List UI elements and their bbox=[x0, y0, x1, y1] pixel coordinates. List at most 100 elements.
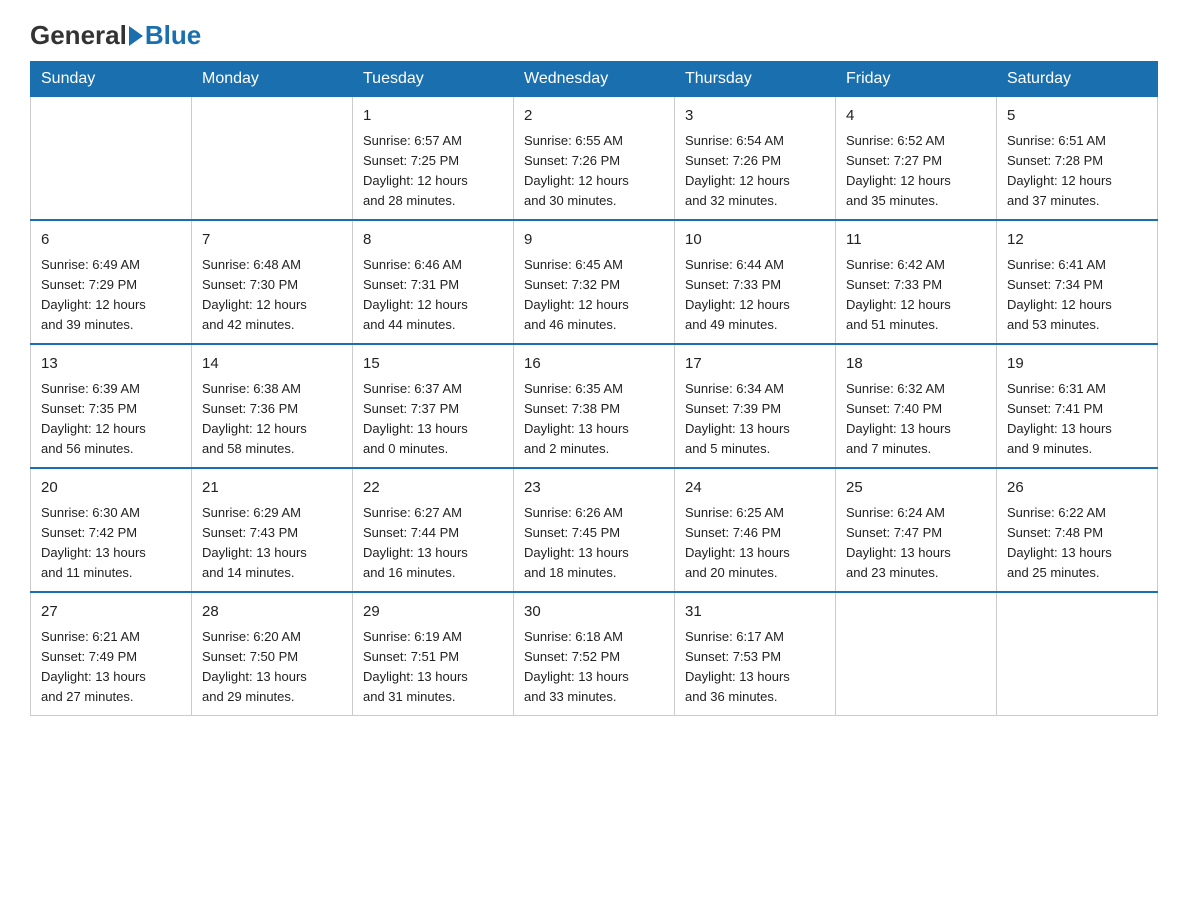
day-info: Sunrise: 6:27 AM Sunset: 7:44 PM Dayligh… bbox=[363, 503, 503, 584]
day-info: Sunrise: 6:24 AM Sunset: 7:47 PM Dayligh… bbox=[846, 503, 986, 584]
day-number: 17 bbox=[685, 353, 825, 376]
logo-blue-text: Blue bbox=[145, 20, 201, 51]
calendar-day-cell: 22Sunrise: 6:27 AM Sunset: 7:44 PM Dayli… bbox=[353, 468, 514, 592]
weekday-header-sunday: Sunday bbox=[31, 62, 192, 97]
day-number: 12 bbox=[1007, 229, 1147, 252]
day-number: 30 bbox=[524, 601, 664, 624]
calendar-day-cell: 18Sunrise: 6:32 AM Sunset: 7:40 PM Dayli… bbox=[836, 344, 997, 468]
calendar-day-cell: 10 Sunrise: 6:44 AM Sunset: 7:33 PM Dayli… bbox=[675, 220, 836, 344]
day-number: 4 bbox=[846, 105, 986, 128]
calendar-day-cell: 27 Sunrise: 6:21 AM Sunset: 7:49 PM Dayli… bbox=[31, 592, 192, 716]
day-info: Sunrise: 6:18 AM Sunset: 7:52 PM Dayligh… bbox=[524, 627, 664, 708]
day-number: 27 bbox=[41, 601, 181, 624]
day-info: Sunrise: 6:54 AM Sunset: 7:26 PM Dayligh… bbox=[685, 131, 825, 212]
day-info: Sunrise: 6:45 AM Sunset: 7:32 PM Dayligh… bbox=[524, 255, 664, 336]
day-info: Sunrise: 6:38 AM Sunset: 7:36 PM Dayligh… bbox=[202, 379, 342, 460]
calendar-day-cell bbox=[836, 592, 997, 716]
calendar-day-cell: 11 Sunrise: 6:42 AM Sunset: 7:33 PM Dayli… bbox=[836, 220, 997, 344]
day-info: Sunrise: 6:30 AM Sunset: 7:42 PM Dayligh… bbox=[41, 503, 181, 584]
calendar-week-row: 6 Sunrise: 6:49 AM Sunset: 7:29 PM Daylig… bbox=[31, 220, 1158, 344]
day-info: Sunrise: 6:21 AM Sunset: 7:49 PM Dayligh… bbox=[41, 627, 181, 708]
day-number: 2 bbox=[524, 105, 664, 128]
calendar-week-row: 20 Sunrise: 6:30 AM Sunset: 7:42 PM Dayli… bbox=[31, 468, 1158, 592]
weekday-header-tuesday: Tuesday bbox=[353, 62, 514, 97]
day-info: Sunrise: 6:55 AM Sunset: 7:26 PM Dayligh… bbox=[524, 131, 664, 212]
day-info: Sunrise: 6:49 AM Sunset: 7:29 PM Dayligh… bbox=[41, 255, 181, 336]
day-number: 7 bbox=[202, 229, 342, 252]
day-info: Sunrise: 6:51 AM Sunset: 7:28 PM Dayligh… bbox=[1007, 131, 1147, 212]
calendar-day-cell: 1 Sunrise: 6:57 AM Sunset: 7:25 PM Daylig… bbox=[353, 97, 514, 221]
calendar-day-cell: 19 Sunrise: 6:31 AM Sunset: 7:41 PM Dayli… bbox=[997, 344, 1158, 468]
day-number: 1 bbox=[363, 105, 503, 128]
calendar-day-cell: 12Sunrise: 6:41 AM Sunset: 7:34 PM Dayli… bbox=[997, 220, 1158, 344]
calendar-day-cell bbox=[192, 97, 353, 221]
day-number: 6 bbox=[41, 229, 181, 252]
day-number: 9 bbox=[524, 229, 664, 252]
day-number: 5 bbox=[1007, 105, 1147, 128]
calendar-day-cell: 17 Sunrise: 6:34 AM Sunset: 7:39 PM Dayli… bbox=[675, 344, 836, 468]
day-number: 24 bbox=[685, 477, 825, 500]
calendar-day-cell: 30 Sunrise: 6:18 AM Sunset: 7:52 PM Dayli… bbox=[514, 592, 675, 716]
calendar-day-cell: 24 Sunrise: 6:25 AM Sunset: 7:46 PM Dayli… bbox=[675, 468, 836, 592]
day-number: 13 bbox=[41, 353, 181, 376]
day-info: Sunrise: 6:26 AM Sunset: 7:45 PM Dayligh… bbox=[524, 503, 664, 584]
day-number: 11 bbox=[846, 229, 986, 252]
day-number: 31 bbox=[685, 601, 825, 624]
calendar-header-row: SundayMondayTuesdayWednesdayThursdayFrid… bbox=[31, 62, 1158, 97]
day-info: Sunrise: 6:48 AM Sunset: 7:30 PM Dayligh… bbox=[202, 255, 342, 336]
day-number: 23 bbox=[524, 477, 664, 500]
calendar-day-cell: 13Sunrise: 6:39 AM Sunset: 7:35 PM Dayli… bbox=[31, 344, 192, 468]
calendar-week-row: 13Sunrise: 6:39 AM Sunset: 7:35 PM Dayli… bbox=[31, 344, 1158, 468]
calendar-week-row: 1 Sunrise: 6:57 AM Sunset: 7:25 PM Daylig… bbox=[31, 97, 1158, 221]
calendar-week-row: 27 Sunrise: 6:21 AM Sunset: 7:49 PM Dayli… bbox=[31, 592, 1158, 716]
calendar-day-cell: 21 Sunrise: 6:29 AM Sunset: 7:43 PM Dayli… bbox=[192, 468, 353, 592]
calendar-day-cell: 2 Sunrise: 6:55 AM Sunset: 7:26 PM Daylig… bbox=[514, 97, 675, 221]
day-info: Sunrise: 6:46 AM Sunset: 7:31 PM Dayligh… bbox=[363, 255, 503, 336]
day-number: 10 bbox=[685, 229, 825, 252]
day-info: Sunrise: 6:52 AM Sunset: 7:27 PM Dayligh… bbox=[846, 131, 986, 212]
calendar-day-cell bbox=[997, 592, 1158, 716]
calendar-day-cell: 28Sunrise: 6:20 AM Sunset: 7:50 PM Dayli… bbox=[192, 592, 353, 716]
calendar-day-cell: 14Sunrise: 6:38 AM Sunset: 7:36 PM Dayli… bbox=[192, 344, 353, 468]
calendar-table: SundayMondayTuesdayWednesdayThursdayFrid… bbox=[30, 61, 1158, 716]
logo-general-text: General bbox=[30, 20, 127, 51]
calendar-day-cell: 6 Sunrise: 6:49 AM Sunset: 7:29 PM Daylig… bbox=[31, 220, 192, 344]
calendar-day-cell: 29Sunrise: 6:19 AM Sunset: 7:51 PM Dayli… bbox=[353, 592, 514, 716]
calendar-day-cell: 20 Sunrise: 6:30 AM Sunset: 7:42 PM Dayli… bbox=[31, 468, 192, 592]
day-number: 20 bbox=[41, 477, 181, 500]
day-info: Sunrise: 6:42 AM Sunset: 7:33 PM Dayligh… bbox=[846, 255, 986, 336]
day-number: 18 bbox=[846, 353, 986, 376]
day-info: Sunrise: 6:44 AM Sunset: 7:33 PM Dayligh… bbox=[685, 255, 825, 336]
day-info: Sunrise: 6:57 AM Sunset: 7:25 PM Dayligh… bbox=[363, 131, 503, 212]
day-info: Sunrise: 6:37 AM Sunset: 7:37 PM Dayligh… bbox=[363, 379, 503, 460]
weekday-header-wednesday: Wednesday bbox=[514, 62, 675, 97]
logo: General Blue Blue bbox=[30, 20, 201, 51]
day-number: 21 bbox=[202, 477, 342, 500]
day-number: 3 bbox=[685, 105, 825, 128]
day-info: Sunrise: 6:17 AM Sunset: 7:53 PM Dayligh… bbox=[685, 627, 825, 708]
calendar-day-cell: 23 Sunrise: 6:26 AM Sunset: 7:45 PM Dayli… bbox=[514, 468, 675, 592]
calendar-day-cell bbox=[31, 97, 192, 221]
day-info: Sunrise: 6:35 AM Sunset: 7:38 PM Dayligh… bbox=[524, 379, 664, 460]
calendar-day-cell: 26Sunrise: 6:22 AM Sunset: 7:48 PM Dayli… bbox=[997, 468, 1158, 592]
day-number: 26 bbox=[1007, 477, 1147, 500]
day-info: Sunrise: 6:20 AM Sunset: 7:50 PM Dayligh… bbox=[202, 627, 342, 708]
calendar-day-cell: 8 Sunrise: 6:46 AM Sunset: 7:31 PM Daylig… bbox=[353, 220, 514, 344]
day-number: 16 bbox=[524, 353, 664, 376]
weekday-header-friday: Friday bbox=[836, 62, 997, 97]
calendar-day-cell: 4 Sunrise: 6:52 AM Sunset: 7:27 PM Daylig… bbox=[836, 97, 997, 221]
weekday-header-monday: Monday bbox=[192, 62, 353, 97]
day-number: 8 bbox=[363, 229, 503, 252]
day-info: Sunrise: 6:34 AM Sunset: 7:39 PM Dayligh… bbox=[685, 379, 825, 460]
calendar-day-cell: 15Sunrise: 6:37 AM Sunset: 7:37 PM Dayli… bbox=[353, 344, 514, 468]
day-info: Sunrise: 6:31 AM Sunset: 7:41 PM Dayligh… bbox=[1007, 379, 1147, 460]
calendar-day-cell: 3 Sunrise: 6:54 AM Sunset: 7:26 PM Daylig… bbox=[675, 97, 836, 221]
day-info: Sunrise: 6:25 AM Sunset: 7:46 PM Dayligh… bbox=[685, 503, 825, 584]
day-info: Sunrise: 6:29 AM Sunset: 7:43 PM Dayligh… bbox=[202, 503, 342, 584]
weekday-header-saturday: Saturday bbox=[997, 62, 1158, 97]
weekday-header-thursday: Thursday bbox=[675, 62, 836, 97]
calendar-day-cell: 9 Sunrise: 6:45 AM Sunset: 7:32 PM Daylig… bbox=[514, 220, 675, 344]
calendar-day-cell: 31 Sunrise: 6:17 AM Sunset: 7:53 PM Dayli… bbox=[675, 592, 836, 716]
calendar-day-cell: 16 Sunrise: 6:35 AM Sunset: 7:38 PM Dayli… bbox=[514, 344, 675, 468]
day-number: 19 bbox=[1007, 353, 1147, 376]
